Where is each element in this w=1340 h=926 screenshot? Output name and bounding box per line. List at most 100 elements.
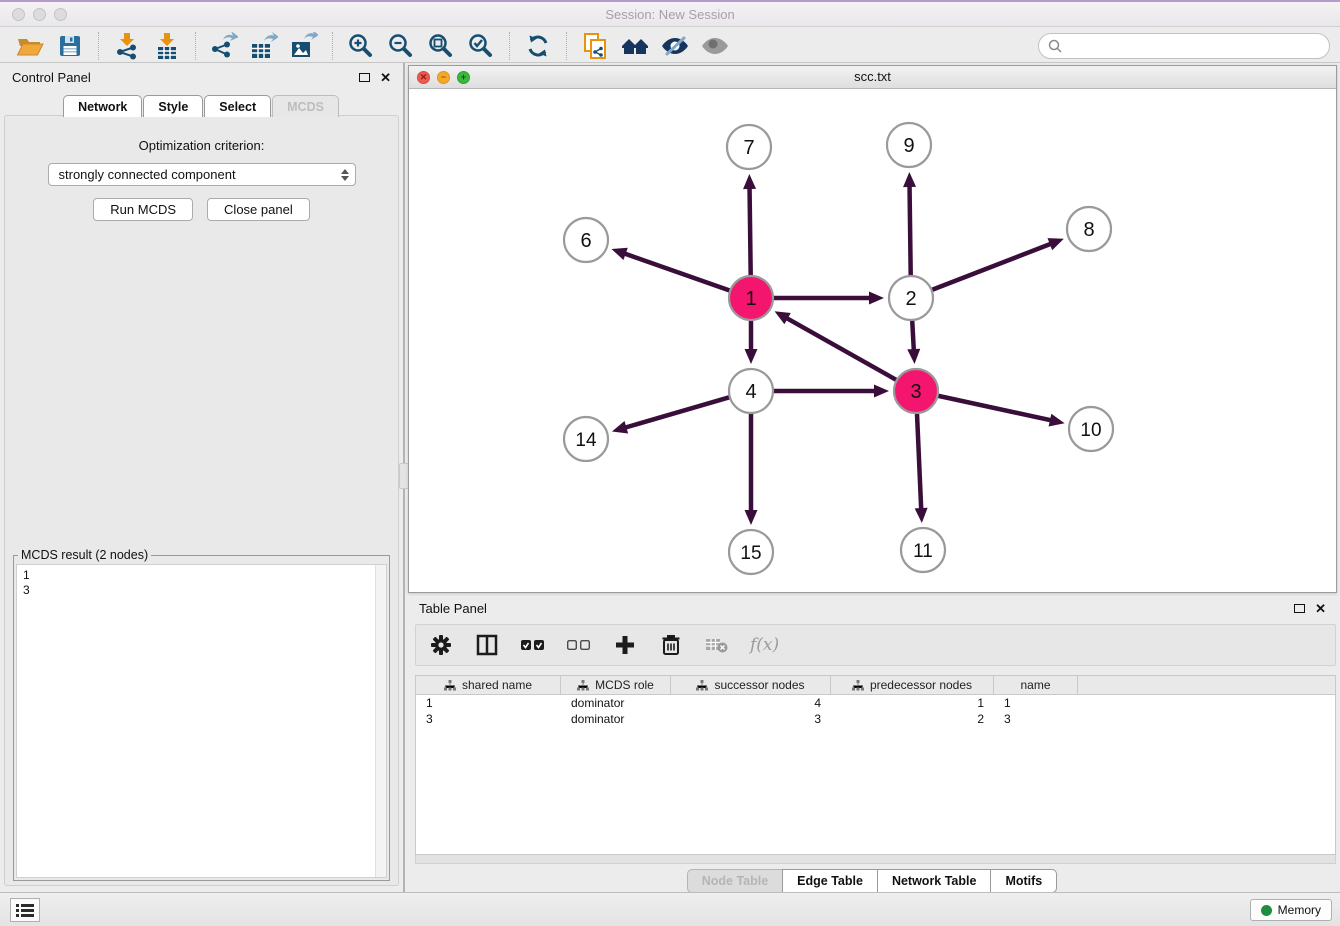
edge-3-10[interactable] [936, 395, 1053, 420]
add-column-icon[interactable] [612, 632, 638, 658]
column-header-predecessor-nodes[interactable]: predecessor nodes [831, 676, 994, 694]
export-table-icon[interactable] [247, 31, 281, 61]
minimize-view-icon[interactable]: − [437, 71, 450, 84]
cell-shared-name: 3 [416, 712, 561, 726]
dropdown-stepper-icon [341, 169, 349, 181]
float-panel-icon[interactable] [359, 73, 370, 82]
edge-2-3[interactable] [912, 318, 914, 352]
tab-mcds[interactable]: MCDS [272, 95, 339, 117]
edge-arrowhead [611, 248, 627, 260]
tab-select[interactable]: Select [204, 95, 271, 117]
table-panel: Table Panel ✕ [405, 596, 1340, 892]
window-title: Session: New Session [0, 7, 1340, 22]
mcds-result-list[interactable]: 1 3 [16, 564, 387, 878]
node-label: 10 [1080, 420, 1101, 441]
column-header-name[interactable]: name [994, 676, 1078, 694]
tab-node-table[interactable]: Node Table [687, 869, 783, 893]
edge-arrowhead [743, 174, 756, 189]
run-mcds-button[interactable]: Run MCDS [93, 198, 193, 221]
mcds-panel: Optimization criterion: strongly connect… [4, 115, 399, 886]
table-row[interactable]: 3 dominator 3 2 3 [416, 711, 1335, 727]
zoom-in-icon[interactable] [344, 31, 378, 61]
search-input[interactable] [1063, 36, 1329, 56]
export-network-icon[interactable] [207, 31, 241, 61]
column-header-successor-nodes[interactable]: successor nodes [671, 676, 831, 694]
edge-arrowhead [907, 349, 920, 364]
main-area: Control Panel ✕ Network Style Select MCD… [0, 63, 1340, 892]
import-table-icon[interactable] [150, 31, 184, 61]
selected-criterion: strongly connected component [59, 167, 341, 182]
optimization-criterion-select[interactable]: strongly connected component [48, 163, 356, 186]
table-row[interactable]: 1 dominator 4 1 1 [416, 695, 1335, 711]
node-label: 14 [575, 430, 597, 451]
edge-2-8[interactable] [930, 243, 1053, 291]
save-session-icon[interactable] [53, 31, 87, 61]
tab-style[interactable]: Style [143, 95, 203, 117]
edge-arrowhead [874, 385, 889, 398]
maximize-view-icon[interactable]: + [457, 71, 470, 84]
delete-column-icon[interactable] [658, 632, 684, 658]
result-line: 3 [23, 583, 380, 598]
edge-arrowhead [903, 172, 916, 187]
network-window-titlebar[interactable]: ✕ − + scc.txt [409, 66, 1336, 89]
network-view-window: ✕ − + scc.txt 7968124314101511 [408, 65, 1337, 593]
memory-label: Memory [1278, 903, 1321, 917]
edge-3-11[interactable] [917, 411, 921, 511]
edge-3-1[interactable] [785, 317, 899, 381]
tab-edge-table[interactable]: Edge Table [782, 869, 878, 893]
node-label: 6 [580, 230, 591, 252]
toolbar-separator [98, 32, 99, 60]
result-scrollbar[interactable] [375, 565, 386, 877]
edge-1-6[interactable] [623, 253, 732, 291]
select-all-checkboxes-icon[interactable] [520, 632, 546, 658]
zoom-selected-icon[interactable] [464, 31, 498, 61]
title-bar: Session: New Session [0, 0, 1340, 27]
homes-icon[interactable] [618, 31, 652, 61]
node-label: 4 [745, 381, 756, 403]
cell-predecessor-nodes: 2 [831, 712, 994, 726]
node-label: 7 [743, 137, 754, 159]
edge-arrowhead [745, 510, 758, 525]
close-panel-icon[interactable]: ✕ [380, 71, 391, 84]
tab-motifs[interactable]: Motifs [990, 869, 1057, 893]
node-table[interactable]: shared name MCDS role successor nodes [415, 675, 1336, 855]
tab-network-table[interactable]: Network Table [877, 869, 992, 893]
edge-4-14[interactable] [623, 397, 731, 429]
tab-network[interactable]: Network [63, 95, 142, 117]
task-history-button[interactable] [10, 898, 40, 922]
refresh-view-icon[interactable] [521, 31, 555, 61]
column-header-mcds-role[interactable]: MCDS role [561, 676, 671, 694]
network-graph[interactable]: 7968124314101511 [409, 89, 1336, 592]
close-panel-button[interactable]: Close panel [207, 198, 310, 221]
split-columns-icon[interactable] [474, 632, 500, 658]
edge-2-9[interactable] [910, 184, 911, 278]
open-session-icon[interactable] [13, 31, 47, 61]
gear-icon[interactable] [428, 632, 454, 658]
export-image-icon[interactable] [287, 31, 321, 61]
clear-checkboxes-icon[interactable] [566, 632, 592, 658]
search-field[interactable] [1038, 33, 1330, 59]
close-view-icon[interactable]: ✕ [417, 71, 430, 84]
hide-details-icon[interactable] [658, 31, 692, 61]
optimization-criterion-label: Optimization criterion: [5, 138, 398, 153]
function-builder-icon[interactable]: f(x) [750, 635, 779, 655]
delete-table-icon[interactable] [704, 632, 730, 658]
zoom-out-icon[interactable] [384, 31, 418, 61]
edge-1-7[interactable] [750, 186, 751, 278]
hierarchy-icon [696, 680, 708, 691]
column-header-shared-name[interactable]: shared name [416, 676, 561, 694]
network-file-icon[interactable] [578, 31, 612, 61]
zoom-fit-icon[interactable] [424, 31, 458, 61]
node-label: 1 [745, 288, 756, 310]
control-panel-title: Control Panel [12, 70, 359, 85]
close-table-panel-icon[interactable]: ✕ [1315, 602, 1326, 615]
table-scrollbar[interactable] [415, 855, 1336, 864]
memory-button[interactable]: Memory [1250, 899, 1332, 921]
result-line: 1 [23, 568, 380, 583]
float-table-panel-icon[interactable] [1294, 604, 1305, 613]
import-network-icon[interactable] [110, 31, 144, 61]
network-view-title: scc.txt [409, 66, 1336, 88]
cell-mcds-role: dominator [561, 696, 671, 710]
network-canvas[interactable]: 7968124314101511 [409, 89, 1336, 592]
show-details-icon[interactable] [698, 31, 732, 61]
